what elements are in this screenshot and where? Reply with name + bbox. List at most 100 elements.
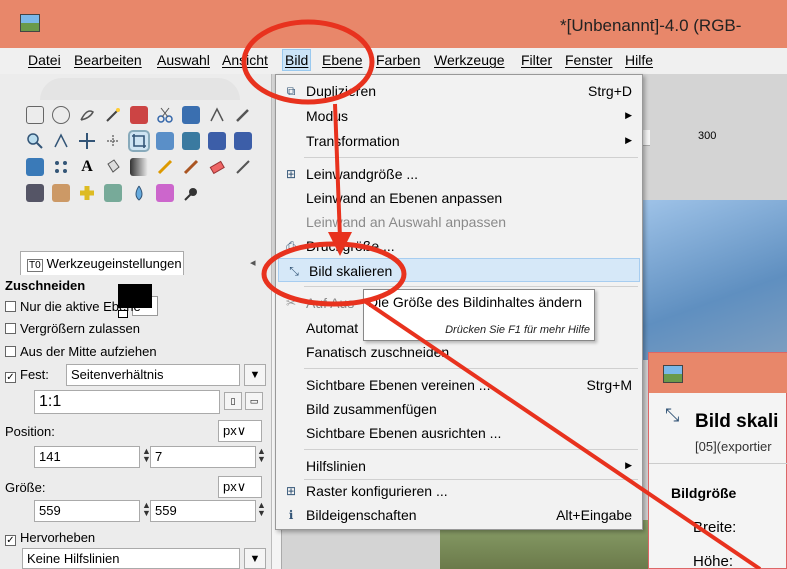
menu-datei[interactable]: Datei — [28, 52, 61, 68]
perspective-clone-tool-icon[interactable] — [104, 184, 122, 202]
menu-ebene[interactable]: Ebene — [322, 52, 362, 68]
bucket-fill-tool-icon[interactable] — [104, 158, 122, 176]
ink-tool-icon[interactable] — [26, 184, 44, 202]
rect-select-tool-icon[interactable] — [26, 106, 44, 124]
highlight-checkbox[interactable]: ✓ — [5, 535, 16, 546]
allow-growing-label: Vergrößern zulassen — [20, 321, 140, 336]
guides-dropdown-icon[interactable]: ▼ — [244, 548, 266, 569]
allow-growing-option[interactable]: Vergrößern zulassen — [0, 321, 140, 336]
menu-item-align-visible-layers[interactable]: Sichtbare Ebenen ausrichten ... — [276, 421, 642, 445]
clone-tool-icon[interactable] — [52, 184, 70, 202]
tool-options-tab[interactable]: T0 Werkzeugeinstellungen — [20, 251, 184, 275]
shear-tool-icon[interactable] — [208, 132, 226, 150]
menu-item-canvas-size[interactable]: ⊞ Leinwandgröße ... — [276, 162, 642, 186]
size-unit-select[interactable]: px∨ — [218, 476, 262, 498]
menu-farben[interactable]: Farben — [376, 52, 420, 68]
submenu-arrow-icon: ▶ — [625, 460, 632, 470]
position-y-field[interactable]: 7 — [150, 446, 256, 468]
menu-item-duplicate[interactable]: ⧉ Duplizieren Strg+D — [276, 79, 642, 103]
highlight-label: Hervorheben — [20, 530, 96, 545]
move-tool-icon[interactable] — [78, 132, 96, 150]
menu-item-image-properties[interactable]: ℹ Bildeigenschaften Alt+Eingabe — [276, 503, 642, 527]
ellipse-select-tool-icon[interactable] — [52, 106, 70, 124]
cage-tool-icon[interactable] — [52, 158, 70, 176]
smudge-tool-icon[interactable] — [156, 184, 174, 202]
rotate-tool-icon[interactable] — [156, 132, 174, 150]
menu-item-guides[interactable]: Hilfslinien ▶ — [276, 454, 642, 478]
canvas-size-icon: ⊞ — [285, 167, 297, 181]
free-select-tool-icon[interactable] — [78, 106, 96, 124]
dodge-burn-tool-icon[interactable] — [182, 184, 200, 202]
only-active-layer-option[interactable]: Nur die aktive Ebene — [0, 299, 141, 314]
menu-item-configure-grid[interactable]: ⊞ Raster konfigurieren ... — [276, 479, 642, 503]
wilber-banner — [40, 78, 240, 100]
position-unit-select[interactable]: px∨ — [218, 420, 262, 442]
color-picker-tool-icon[interactable] — [234, 106, 252, 124]
menu-item-transform[interactable]: Transformation ▶ — [276, 129, 642, 153]
size-width-field[interactable]: 559 — [34, 500, 140, 522]
perspective-tool-icon[interactable] — [234, 132, 252, 150]
fixed-option[interactable]: ✓ Fest: — [0, 367, 49, 383]
foreground-select-tool-icon[interactable] — [182, 106, 200, 124]
menu-hilfe[interactable]: Hilfe — [625, 52, 653, 68]
scissors-tool-icon[interactable] — [156, 106, 174, 124]
text-tool-icon[interactable]: A — [78, 158, 96, 176]
guides-select[interactable]: Keine Hilfslinien — [22, 548, 240, 569]
highlight-option[interactable]: ✓ Hervorheben — [0, 530, 95, 546]
menu-separator — [304, 449, 638, 450]
paintbrush-tool-icon[interactable] — [182, 158, 200, 176]
align-tool-icon[interactable] — [104, 132, 122, 150]
expand-from-center-option[interactable]: Aus der Mitte aufziehen — [0, 344, 157, 359]
allow-growing-checkbox[interactable] — [5, 323, 16, 334]
fixed-mode-dropdown-icon[interactable]: ▼ — [244, 364, 266, 386]
paths-tool-icon[interactable] — [208, 106, 226, 124]
menu-item-print-size[interactable]: ⎙ Druckgröße ... — [276, 234, 642, 258]
menu-fenster[interactable]: Fenster — [565, 52, 612, 68]
position-y-spinner-icon[interactable]: ▲ ▼ — [257, 447, 266, 464]
blur-tool-icon[interactable] — [130, 184, 148, 202]
only-active-layer-checkbox[interactable] — [5, 301, 16, 312]
measure-tool-icon[interactable] — [52, 132, 70, 150]
blend-tool-icon[interactable] — [130, 158, 148, 176]
heal-tool-icon[interactable] — [78, 184, 96, 202]
width-label: Breite: — [693, 519, 737, 536]
menu-bearbeiten[interactable]: Bearbeiten — [74, 52, 142, 68]
position-x-field[interactable]: 141 — [34, 446, 140, 468]
expand-from-center-checkbox[interactable] — [5, 346, 16, 357]
size-unit-chevron-down-icon: ∨ — [236, 479, 247, 494]
crop-tool-icon[interactable] — [128, 130, 150, 152]
dialog-app-icon — [663, 365, 683, 383]
print-size-icon: ⎙ — [286, 239, 296, 253]
menu-item-fit-canvas-to-layers[interactable]: Leinwand an Ebenen anpassen — [276, 186, 642, 210]
menu-item-scale-image[interactable]: ⤡ Bild skalieren — [278, 258, 640, 282]
landscape-icon[interactable]: ▭ — [245, 392, 263, 410]
fixed-mode-select[interactable]: Seitenverhältnis — [66, 364, 240, 386]
size-height-spinner-icon[interactable]: ▲ ▼ — [257, 501, 266, 518]
menu-werkzeuge[interactable]: Werkzeuge — [434, 52, 505, 68]
tab-menu-icon[interactable]: ◂ — [250, 256, 256, 269]
menu-item-merge-visible-layers[interactable]: Sichtbare Ebenen vereinen ... Strg+M — [276, 373, 642, 397]
menu-item-mode[interactable]: Modus ▶ — [276, 104, 642, 128]
zoom-tool-icon[interactable] — [26, 132, 44, 150]
menu-filter[interactable]: Filter — [521, 52, 552, 68]
portrait-icon[interactable]: ▯ — [224, 392, 242, 410]
scale-image-icon: ⤡ — [289, 264, 299, 278]
menu-ansicht[interactable]: Ansicht — [222, 52, 268, 68]
eraser-tool-icon[interactable] — [208, 158, 226, 176]
menu-bild[interactable]: Bild — [282, 49, 312, 71]
menu-item-flatten-image[interactable]: Bild zusammenfügen — [276, 397, 642, 421]
scale-tool-icon[interactable] — [182, 132, 200, 150]
color-select-tool-icon[interactable] — [130, 106, 148, 124]
info-icon: ℹ — [288, 508, 294, 522]
fuzzy-select-tool-icon[interactable] — [104, 106, 122, 124]
size-height-field[interactable]: 559 — [150, 500, 256, 522]
aspect-ratio-field[interactable]: 1:1 — [34, 390, 220, 414]
dialog-divider — [649, 463, 787, 464]
fixed-checkbox[interactable]: ✓ — [5, 372, 16, 383]
pencil-tool-icon[interactable] — [156, 158, 174, 176]
grid-icon: ⊞ — [285, 484, 297, 498]
menu-auswahl[interactable]: Auswahl — [157, 52, 210, 68]
menu-item-zealous-crop[interactable]: Fanatisch zuschneiden — [276, 340, 642, 364]
airbrush-tool-icon[interactable] — [234, 158, 252, 176]
flip-tool-icon[interactable] — [26, 158, 44, 176]
